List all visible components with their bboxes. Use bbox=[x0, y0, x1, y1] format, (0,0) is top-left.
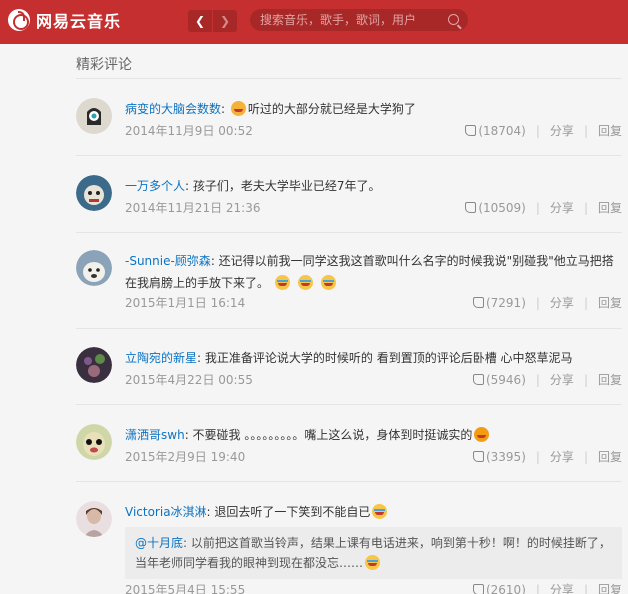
cry-emoji-icon bbox=[365, 555, 381, 570]
avatar[interactable] bbox=[76, 424, 112, 460]
share-button[interactable]: 分享 bbox=[550, 294, 574, 311]
reply-button[interactable]: 回复 bbox=[598, 448, 622, 465]
cry-laugh-emoji-icon bbox=[274, 275, 290, 290]
comment-divider bbox=[76, 328, 622, 329]
comment-item: -Sunnie-顾弥森: 还记得以前我一同学这我这首歌叫什么名字的时候我说"别碰… bbox=[76, 250, 622, 332]
avatar[interactable] bbox=[76, 250, 112, 286]
like-button[interactable]: (5946) bbox=[472, 372, 526, 387]
comment-content: 立陶宛的新星: 我正准备评论说大学的时候听的 看到置顶的评论后卧槽 心中怒草泥马 bbox=[125, 351, 573, 365]
thumbs-up-icon bbox=[465, 124, 477, 136]
comment-content: 病变的大脑会数数: 听过的大部分就已经是大学狗了 bbox=[125, 101, 416, 116]
like-count: (7291) bbox=[485, 295, 526, 310]
quoted-comment: @十月底: 以前把这首歌当铃声，结果上课有电话进来，响到第十秒！啊！的时候挂断了… bbox=[125, 527, 622, 579]
comment-text: 听过的大部分就已经是大学狗了 bbox=[247, 102, 416, 116]
reply-button[interactable]: 回复 bbox=[598, 371, 622, 388]
comment-divider bbox=[76, 404, 622, 405]
comment-username[interactable]: 一万多个人 bbox=[125, 179, 185, 193]
comment-item: 病变的大脑会数数: 听过的大部分就已经是大学狗了 2014年11月9日 00:5… bbox=[76, 98, 622, 158]
comment-time: 2014年11月9日 00:52 bbox=[125, 124, 253, 138]
forward-button[interactable]: ❯ bbox=[213, 10, 237, 32]
comment-content: 潇洒哥swh: 不要碰我 。。。。。。。。。嘴上这么说，身体到时挺诚实的 bbox=[125, 424, 622, 446]
comment-time: 2014年11月21日 21:36 bbox=[125, 201, 261, 215]
comment-text: 退回去听了一下笑到不能自已 bbox=[214, 505, 371, 519]
like-button[interactable]: (3395) bbox=[472, 449, 526, 464]
share-button[interactable]: 分享 bbox=[550, 199, 574, 216]
search-box bbox=[250, 9, 468, 31]
thumbs-up-icon bbox=[465, 201, 477, 213]
share-button[interactable]: 分享 bbox=[550, 371, 574, 388]
comment-username[interactable]: 立陶宛的新星 bbox=[125, 351, 197, 365]
comment-username[interactable]: 潇洒哥swh bbox=[125, 428, 185, 442]
comment-time: 2015年1月1日 16:14 bbox=[125, 296, 246, 310]
reply-button[interactable]: 回复 bbox=[598, 581, 622, 594]
like-button[interactable]: (18704) bbox=[465, 124, 526, 138]
like-button[interactable]: (10509) bbox=[465, 201, 526, 215]
section-divider bbox=[76, 78, 622, 79]
avatar[interactable] bbox=[76, 347, 112, 383]
comment-username[interactable]: Victoria冰淇淋 bbox=[125, 505, 207, 519]
like-button[interactable]: (7291) bbox=[472, 295, 526, 310]
comment-time: 2015年2月9日 19:40 bbox=[125, 450, 246, 464]
like-button[interactable]: (2610) bbox=[472, 582, 526, 594]
thumbs-up-icon bbox=[472, 450, 484, 462]
comment-item: 潇洒哥swh: 不要碰我 。。。。。。。。。嘴上这么说，身体到时挺诚实的 201… bbox=[76, 424, 622, 484]
thumbs-up-icon bbox=[472, 296, 484, 308]
reply-button[interactable]: 回复 bbox=[598, 199, 622, 216]
avatar[interactable] bbox=[76, 98, 112, 134]
app-name: 网易云音乐 bbox=[36, 12, 122, 31]
avatar[interactable] bbox=[76, 501, 112, 537]
comment-time: 2015年5月4日 15:55 bbox=[125, 583, 246, 594]
comment-actions: (2610) | 分享 | 回复 bbox=[472, 581, 622, 594]
section-title: 精彩评论 bbox=[76, 57, 132, 73]
comment-time: 2015年4月22日 00:55 bbox=[125, 373, 253, 387]
netease-music-logo-icon bbox=[8, 9, 30, 31]
cry-laugh-emoji-icon bbox=[372, 504, 388, 519]
chevron-right-icon: ❯ bbox=[219, 14, 231, 28]
like-count: (18704) bbox=[478, 123, 526, 138]
comment-text: 我正准备评论说大学的时候听的 看到置顶的评论后卧槽 心中怒草泥马 bbox=[204, 351, 573, 365]
back-button[interactable]: ❮ bbox=[188, 10, 212, 32]
comment-actions: (7291) | 分享 | 回复 bbox=[472, 294, 622, 311]
comment-username[interactable]: 病变的大脑会数数 bbox=[125, 102, 221, 116]
cry-laugh-emoji-icon bbox=[297, 275, 313, 290]
thumbs-up-icon bbox=[472, 583, 484, 594]
comment-text: 孩子们，老夫大学毕业已经7年了。 bbox=[192, 179, 381, 193]
quoted-username[interactable]: @十月底 bbox=[135, 536, 183, 550]
like-count: (10509) bbox=[478, 200, 526, 215]
comment-item: 立陶宛的新星: 我正准备评论说大学的时候听的 看到置顶的评论后卧槽 心中怒草泥马… bbox=[76, 347, 622, 407]
comment-actions: (18704) | 分享 | 回复 bbox=[465, 122, 622, 139]
comment-divider bbox=[76, 481, 622, 482]
reply-button[interactable]: 回复 bbox=[598, 294, 622, 311]
like-count: (2610) bbox=[485, 582, 526, 594]
reply-button[interactable]: 回复 bbox=[598, 122, 622, 139]
comment-text: 不要碰我 。。。。。。。。。嘴上这么说，身体到时挺诚实的 bbox=[192, 428, 473, 442]
comment-item: Victoria冰淇淋: 退回去听了一下笑到不能自已 @十月底: 以前把这首歌当… bbox=[76, 501, 622, 594]
comment-content: -Sunnie-顾弥森: 还记得以前我一同学这我这首歌叫什么名字的时候我说"别碰… bbox=[125, 254, 614, 290]
comment-username[interactable]: -Sunnie-顾弥森 bbox=[125, 254, 211, 268]
comment-divider bbox=[76, 232, 622, 233]
comment-actions: (10509) | 分享 | 回复 bbox=[465, 199, 622, 216]
comment-actions: (5946) | 分享 | 回复 bbox=[472, 371, 622, 388]
cry-laugh-emoji-icon bbox=[320, 275, 336, 290]
smile-emoji-icon bbox=[230, 101, 246, 116]
like-count: (5946) bbox=[485, 372, 526, 387]
app-logo[interactable]: 网易云音乐 bbox=[8, 9, 121, 31]
share-button[interactable]: 分享 bbox=[550, 122, 574, 139]
avatar[interactable] bbox=[76, 175, 112, 211]
like-count: (3395) bbox=[485, 449, 526, 464]
comment-content: 一万多个人: 孩子们，老夫大学毕业已经7年了。 bbox=[125, 179, 381, 193]
search-input[interactable] bbox=[260, 9, 440, 31]
chevron-left-icon: ❮ bbox=[194, 14, 206, 28]
blush-emoji-icon bbox=[474, 427, 490, 442]
comment-actions: (3395) | 分享 | 回复 bbox=[472, 448, 622, 465]
comment-content: Victoria冰淇淋: 退回去听了一下笑到不能自已 bbox=[125, 501, 622, 523]
thumbs-up-icon bbox=[472, 373, 484, 385]
search-icon[interactable] bbox=[448, 14, 459, 25]
share-button[interactable]: 分享 bbox=[550, 448, 574, 465]
comment-item: 一万多个人: 孩子们，老夫大学毕业已经7年了。 2014年11月21日 21:3… bbox=[76, 175, 622, 235]
comment-divider bbox=[76, 155, 622, 156]
top-bar: 网易云音乐 ❮ ❯ bbox=[0, 0, 628, 44]
share-button[interactable]: 分享 bbox=[550, 581, 574, 594]
